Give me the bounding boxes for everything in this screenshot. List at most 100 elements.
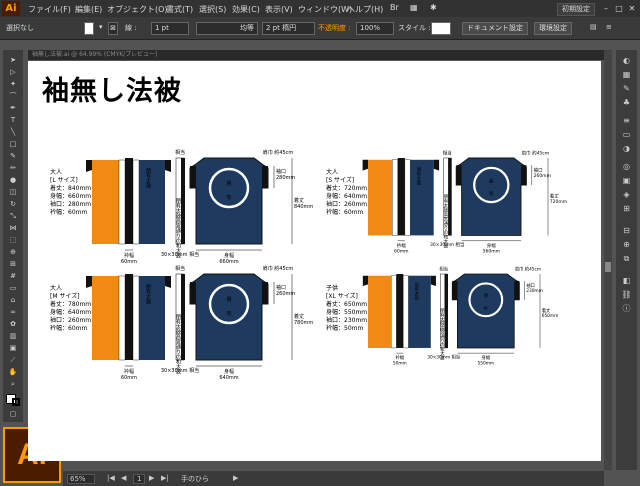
variable-width-profile[interactable]: 均等 bbox=[196, 22, 258, 35]
brush-definition[interactable]: 2 pt 楕円 bbox=[262, 22, 315, 35]
magic-wand-tool-icon[interactable]: ✦ bbox=[6, 80, 20, 88]
control-menu-icon[interactable]: ≡ bbox=[606, 23, 612, 31]
status-menu-icon[interactable]: ▶ bbox=[233, 474, 238, 482]
opacity-label[interactable]: 不透明度 : bbox=[318, 23, 351, 33]
star-icon[interactable]: ✱ bbox=[430, 3, 437, 12]
graph-tool-icon[interactable]: ▥ bbox=[6, 332, 20, 340]
scrollbar-thumb[interactable] bbox=[605, 262, 611, 272]
menu-bar: Ai ファイル(F) 編集(E) オブジェクト(O) 書式(T) 選択(S) 効… bbox=[0, 0, 640, 17]
artboard[interactable]: 袖無し法被 大人 [L サイズ] 着丈：840mm 身幅：660mm 袖口：28… bbox=[28, 61, 601, 461]
symbol-sprayer-tool-icon[interactable]: ✿ bbox=[6, 320, 20, 328]
page-number[interactable]: 1 bbox=[133, 474, 146, 484]
blob-brush-tool-icon[interactable]: ● bbox=[6, 176, 20, 184]
artboard-tool-icon[interactable]: ▣ bbox=[6, 344, 20, 352]
document-tab[interactable]: 袖無し法被.ai @ 64.99% (CMYK/プレビュー) bbox=[28, 50, 604, 60]
back-sleeve-left bbox=[452, 280, 458, 300]
stroke-color-icon[interactable] bbox=[12, 398, 20, 406]
width-tool-icon[interactable]: ⋈ bbox=[6, 224, 20, 232]
side-fold-label: 相当 bbox=[175, 265, 185, 272]
brushes-panel-icon[interactable]: ✎ bbox=[620, 84, 633, 93]
lasso-tool-icon[interactable]: ⌒ bbox=[6, 92, 20, 100]
paintbrush-tool-icon[interactable]: ✎ bbox=[6, 152, 20, 160]
maximize-icon[interactable]: □ bbox=[613, 3, 625, 14]
menu-file[interactable]: ファイル(F) bbox=[28, 4, 71, 15]
zoom-tool-icon[interactable]: ⌕ bbox=[6, 380, 20, 388]
menu-help[interactable]: ヘルプ(H) bbox=[347, 4, 383, 15]
layers-panel-icon[interactable]: ◈ bbox=[620, 190, 633, 199]
first-page-icon[interactable]: |◀ bbox=[107, 474, 115, 482]
rectangle-tool-icon[interactable]: □ bbox=[6, 140, 20, 148]
layers-icon[interactable]: ◧ bbox=[620, 276, 633, 285]
menu-effect[interactable]: 効果(C) bbox=[232, 4, 260, 15]
body-width-value: 560mm bbox=[483, 249, 500, 255]
preferences-button[interactable]: 環境設定 bbox=[534, 22, 572, 35]
document-setup-button[interactable]: ドキュメント設定 bbox=[462, 22, 528, 35]
rotate-tool-icon[interactable]: ↻ bbox=[6, 200, 20, 208]
direct-selection-tool-icon[interactable]: ▷ bbox=[6, 68, 20, 76]
menu-edit[interactable]: 編集(E) bbox=[75, 4, 102, 15]
pen-tool-icon[interactable]: ✒ bbox=[6, 104, 20, 112]
align-panel-icon[interactable]: ⊟ bbox=[620, 226, 633, 235]
menu-window[interactable]: ウィンドウ(W) bbox=[298, 4, 352, 15]
links-panel-icon[interactable]: ⛓ bbox=[620, 290, 633, 299]
front-lining-strip bbox=[392, 159, 398, 236]
scale-tool-icon[interactable]: ⤡ bbox=[6, 212, 20, 220]
appearance-panel-icon[interactable]: ◎ bbox=[620, 162, 633, 171]
back-crest-text-bottom: 有 bbox=[226, 310, 231, 317]
transform-panel-icon[interactable]: ⧉ bbox=[620, 254, 633, 263]
prev-page-icon[interactable]: ◀ bbox=[121, 474, 126, 482]
vertical-scrollbar[interactable] bbox=[604, 50, 612, 470]
symbols-panel-icon[interactable]: ♣ bbox=[620, 98, 633, 107]
shoulder-label: 肩巾 約45cm bbox=[263, 265, 294, 272]
gradient-tool-icon[interactable]: ▭ bbox=[6, 284, 20, 292]
minimize-icon[interactable]: – bbox=[600, 3, 612, 14]
color-panel-icon[interactable]: ◐ bbox=[620, 56, 633, 65]
close-icon[interactable]: ✕ bbox=[626, 3, 638, 14]
bridge-icon[interactable]: Br bbox=[390, 3, 399, 12]
graphic-style-swatch[interactable] bbox=[431, 22, 451, 35]
back-sleeve-left bbox=[456, 165, 462, 185]
fill-swatch[interactable] bbox=[84, 22, 94, 35]
menu-object[interactable]: オブジェクト(O) bbox=[107, 4, 168, 15]
graphic-styles-panel-icon[interactable]: ▣ bbox=[620, 176, 633, 185]
screen-mode-icon[interactable]: ▢ bbox=[6, 410, 20, 418]
stroke-width-input[interactable]: 1 pt bbox=[151, 22, 189, 35]
line-tool-icon[interactable]: ╲ bbox=[6, 128, 20, 136]
free-transform-tool-icon[interactable]: ⬚ bbox=[6, 236, 20, 244]
shape-builder-tool-icon[interactable]: ⊕ bbox=[6, 248, 20, 256]
next-page-icon[interactable]: ▶ bbox=[149, 474, 154, 482]
side-view-lettering: 朋有太鼓高宮通りの和太鼓 bbox=[443, 194, 448, 250]
opacity-input[interactable]: 100% bbox=[356, 22, 394, 35]
perspective-grid-tool-icon[interactable]: ⊞ bbox=[6, 260, 20, 268]
workspace-switcher[interactable]: 初期設定 bbox=[557, 3, 595, 16]
pathfinder-panel-icon[interactable]: ⊕ bbox=[620, 240, 633, 249]
slice-tool-icon[interactable]: ⟋ bbox=[6, 356, 20, 364]
align-icon[interactable]: ▤ bbox=[590, 23, 597, 31]
gradient-panel-icon[interactable]: ▭ bbox=[620, 130, 633, 139]
blend-tool-icon[interactable]: ∞ bbox=[6, 308, 20, 316]
stroke-swatch[interactable]: ⊠ bbox=[108, 22, 118, 35]
selection-status: 選択なし bbox=[6, 24, 34, 32]
pencil-tool-icon[interactable]: ✏ bbox=[6, 164, 20, 172]
swatches-panel-icon[interactable]: ▦ bbox=[620, 70, 633, 79]
menu-type[interactable]: 書式(T) bbox=[166, 4, 193, 15]
front-lining-strip bbox=[132, 159, 140, 245]
type-tool-icon[interactable]: T bbox=[6, 116, 20, 124]
body-width-label: 身幅 bbox=[224, 252, 234, 259]
last-page-icon[interactable]: ▶| bbox=[161, 474, 169, 482]
stroke-panel-icon[interactable]: ≡ bbox=[620, 116, 633, 125]
info-panel-icon[interactable]: ⓘ bbox=[620, 304, 633, 313]
menu-select[interactable]: 選択(S) bbox=[199, 4, 226, 15]
mesh-tool-icon[interactable]: # bbox=[6, 272, 20, 280]
eyedropper-tool-icon[interactable]: ⌂ bbox=[6, 296, 20, 304]
selection-tool-icon[interactable]: ➤ bbox=[6, 56, 20, 64]
collar-width-value: 60mm bbox=[394, 249, 409, 255]
artboards-panel-icon[interactable]: ⊞ bbox=[620, 204, 633, 213]
hand-tool-icon[interactable]: ✋ bbox=[6, 368, 20, 376]
transparency-panel-icon[interactable]: ◑ bbox=[620, 144, 633, 153]
arrange-icon[interactable]: ▦ bbox=[410, 3, 418, 12]
zoom-level[interactable]: 65% bbox=[67, 474, 95, 484]
eraser-tool-icon[interactable]: ◫ bbox=[6, 188, 20, 196]
chevron-down-icon[interactable]: ▾ bbox=[99, 23, 103, 31]
menu-view[interactable]: 表示(V) bbox=[265, 4, 293, 15]
